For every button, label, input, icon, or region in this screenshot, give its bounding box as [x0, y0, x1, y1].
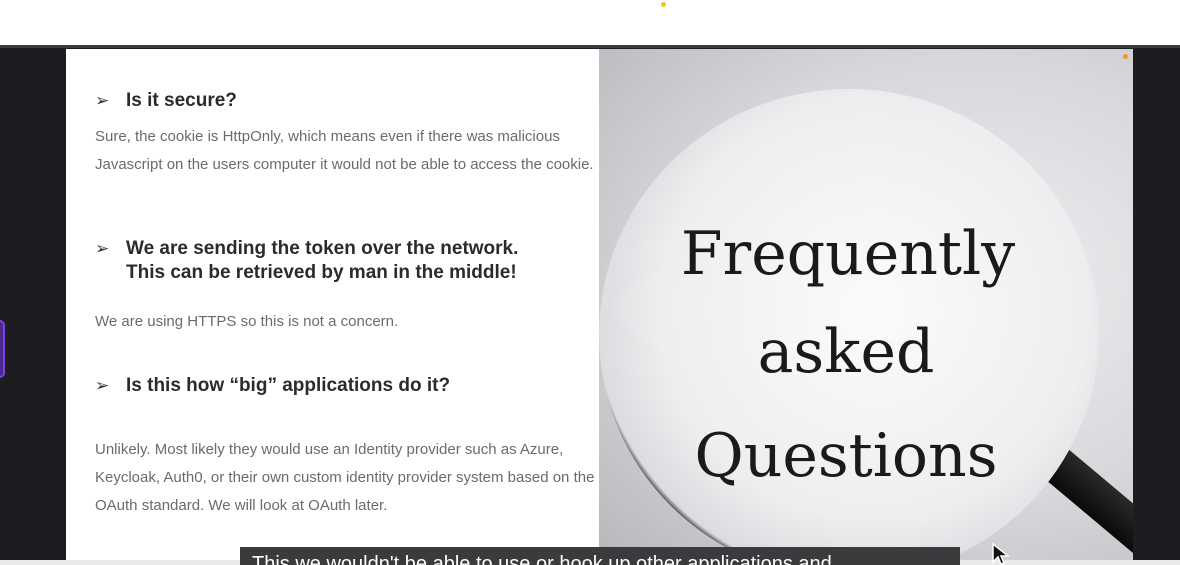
bullet-arrow-icon: ➢ [95, 91, 110, 110]
side-panel-tab[interactable] [0, 320, 5, 378]
faq-question-text: Is this how “big” applications do it? [126, 375, 451, 396]
image-text-line: Frequently [680, 219, 1016, 289]
faq-question: ➢ Is it secure? [95, 89, 237, 113]
faq-question: ➢ Is this how “big” applications do it? [95, 374, 450, 398]
subtitle-caption: This we wouldn't be able to use or hook … [240, 547, 960, 565]
top-divider [0, 45, 1180, 48]
faq-answer: We are using HTTPS so this is not a conc… [95, 313, 399, 330]
faq-question-text: Is it secure? [126, 90, 237, 111]
presentation-slide: ➢ Is it secure? Sure, the cookie is Http… [66, 49, 1133, 565]
bullet-arrow-icon: ➢ [95, 376, 110, 395]
mouse-pointer-icon [992, 542, 1011, 565]
image-text-line: asked [757, 317, 935, 387]
loading-indicator-dot [661, 2, 666, 7]
video-top-bar [0, 0, 1180, 45]
faq-answer: Unlikely. Most likely they would use an … [95, 441, 595, 514]
image-text-line: Questions [694, 421, 998, 491]
faq-question: ➢ We are sending the token over the netw… [95, 237, 518, 285]
faq-answer: Sure, the cookie is HttpOnly, which mean… [95, 128, 594, 173]
magnifying-glass-image: Frequently asked Questions [599, 49, 1133, 565]
faq-text-column: ➢ Is it secure? Sure, the cookie is Http… [66, 49, 599, 565]
faq-question-text: We are sending the token over the networ… [126, 238, 519, 283]
bullet-arrow-icon: ➢ [95, 239, 110, 258]
recording-dot [1123, 54, 1128, 59]
